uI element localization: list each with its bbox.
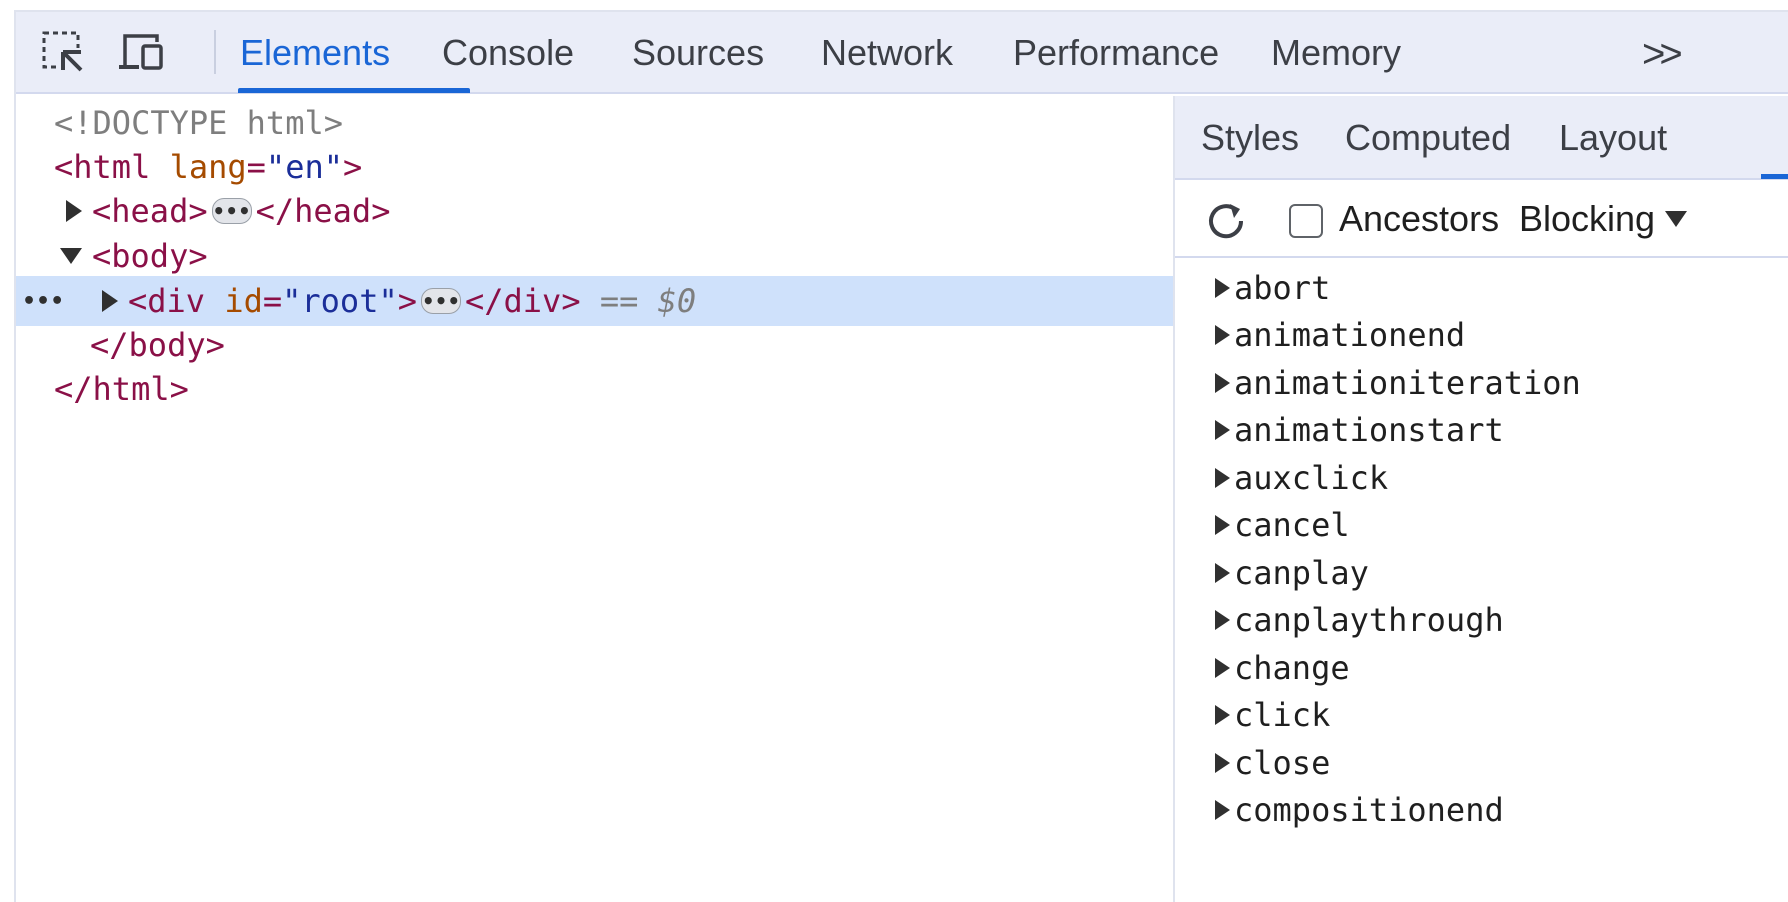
html-open-tag: <html — [54, 148, 151, 186]
tab-console[interactable]: Console — [440, 12, 576, 94]
tab-sources[interactable]: Sources — [630, 12, 766, 94]
tab-styles[interactable]: Styles — [1201, 96, 1299, 180]
dom-node-body-close[interactable]: </body> — [16, 320, 1173, 370]
div-open-tag: <div — [128, 282, 206, 320]
list-item[interactable]: change — [1215, 644, 1350, 692]
expand-icon — [1215, 753, 1230, 773]
tab-computed[interactable]: Computed — [1345, 96, 1511, 180]
selected-ref: $0 — [657, 282, 697, 320]
list-item[interactable]: abort — [1215, 264, 1330, 312]
inspect-element-icon[interactable] — [38, 28, 88, 76]
list-item[interactable]: animationend — [1215, 311, 1465, 359]
sidebar-tabs: Styles Computed Layout — [1175, 96, 1788, 180]
head-open-tag: <head> — [92, 192, 208, 230]
head-close-tag: </head> — [255, 192, 391, 230]
div-close-tag: </div> — [464, 282, 581, 320]
sidebar-pane: Styles Computed Layout Ancestors Blockin… — [1175, 96, 1788, 902]
html-attr-name: lang — [169, 148, 247, 186]
dom-node-div-root[interactable]: ••• <div id = "root" > ••• </div> == $0 — [16, 276, 1173, 326]
device-toolbar-icon[interactable] — [116, 28, 166, 76]
dom-node-body[interactable]: <body> — [16, 231, 1173, 281]
expand-icon — [1215, 468, 1230, 488]
expand-div-icon[interactable] — [102, 290, 118, 312]
expand-icon — [1215, 325, 1230, 345]
event-listener-list: abort animationend animationiteration an… — [1175, 260, 1788, 902]
dom-node-head[interactable]: <head> ••• </head> — [16, 186, 1173, 236]
expand-icon — [1215, 515, 1230, 535]
body-close-tag: </body> — [90, 326, 225, 364]
list-item[interactable]: animationstart — [1215, 406, 1504, 454]
selected-marker: == — [599, 282, 658, 320]
main-toolbar: Elements Console Sources Network Perform… — [16, 12, 1788, 94]
list-item[interactable]: compositionend — [1215, 786, 1504, 834]
expand-icon — [1215, 800, 1230, 820]
collapsed-content-badge[interactable]: ••• — [420, 288, 461, 314]
expand-icon — [1215, 658, 1230, 678]
toolbar-separator — [214, 30, 216, 74]
div-attr-value: "root" — [282, 282, 398, 320]
dom-tree: <!DOCTYPE html> <html lang = "en" > <head> •… — [16, 96, 1173, 902]
sidebar-active-tab-indicator — [1761, 174, 1788, 179]
expand-icon — [1215, 705, 1230, 725]
list-item[interactable]: canplay — [1215, 549, 1369, 597]
list-item[interactable]: animationiteration — [1215, 359, 1581, 407]
div-attr-name: id — [224, 282, 263, 320]
doctype-text: <!DOCTYPE html> — [54, 104, 343, 142]
tab-layout[interactable]: Layout — [1559, 96, 1667, 180]
event-listeners-filterbar: Ancestors Blocking — [1175, 180, 1788, 258]
list-item[interactable]: cancel — [1215, 501, 1350, 549]
more-tabs-icon[interactable]: >> — [1642, 32, 1683, 77]
list-item[interactable]: auxclick — [1215, 454, 1388, 502]
devtools-panel: Elements Console Sources Network Perform… — [14, 10, 1788, 902]
tab-performance[interactable]: Performance — [1011, 12, 1221, 94]
list-item[interactable]: close — [1215, 739, 1330, 787]
list-item[interactable]: click — [1215, 691, 1330, 739]
dom-node-html-close[interactable]: </html> — [16, 364, 1173, 414]
tab-elements[interactable]: Elements — [238, 12, 392, 94]
tab-memory[interactable]: Memory — [1269, 12, 1403, 94]
expand-icon — [1215, 278, 1230, 298]
expand-icon — [1215, 420, 1230, 440]
chevron-down-icon — [1665, 211, 1688, 227]
blocking-label: Blocking — [1519, 198, 1656, 239]
div-open-bracket: > — [397, 282, 417, 320]
collapsed-content-badge[interactable]: ••• — [211, 198, 252, 224]
tab-network[interactable]: Network — [819, 12, 955, 94]
dom-node-doctype[interactable]: <!DOCTYPE html> — [16, 98, 1173, 148]
active-tab-indicator — [238, 88, 470, 93]
collapse-body-icon[interactable] — [60, 248, 82, 264]
dom-node-html[interactable]: <html lang = "en" > — [16, 142, 1173, 192]
refresh-icon[interactable] — [1203, 198, 1249, 244]
html-attr-value: "en" — [265, 148, 343, 186]
expand-icon — [1215, 373, 1230, 393]
expand-icon — [1215, 563, 1230, 583]
blocking-dropdown[interactable]: Blocking — [1519, 180, 1688, 258]
expand-icon — [1215, 610, 1230, 630]
ancestors-checkbox[interactable] — [1289, 204, 1323, 238]
expand-head-icon[interactable] — [66, 200, 82, 222]
list-item[interactable]: canplaythrough — [1215, 596, 1504, 644]
node-actions-icon[interactable]: ••• — [22, 289, 64, 314]
html-close-tag: </html> — [54, 370, 189, 408]
html-open-bracket: > — [342, 148, 363, 186]
body-open-tag: <body> — [92, 237, 208, 275]
ancestors-label: Ancestors — [1339, 198, 1500, 239]
